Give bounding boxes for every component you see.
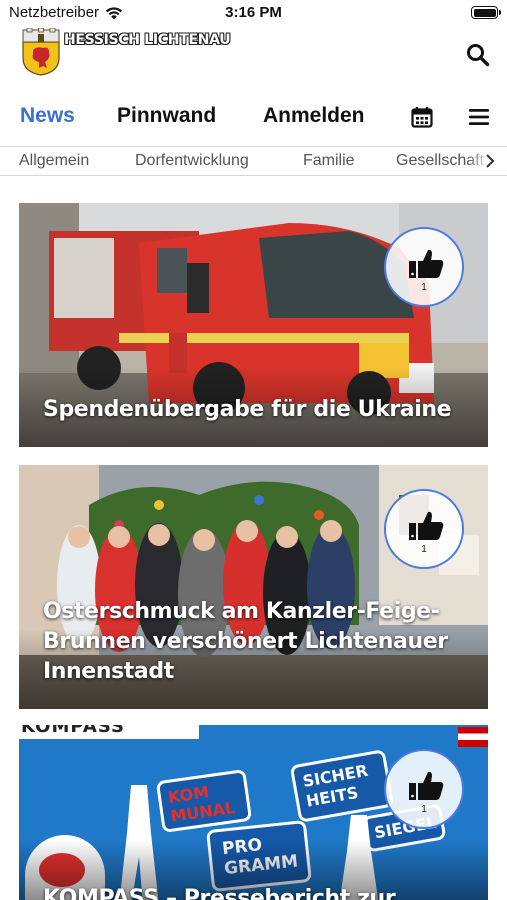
tab-news[interactable]: News [20, 104, 75, 128]
battery-icon [471, 6, 501, 19]
menu-icon[interactable] [468, 106, 490, 128]
category-bar: Allgemein Dorfentwicklung Familie Gesell… [0, 146, 507, 176]
like-count: 1 [421, 544, 427, 555]
app-header: HESSISCH LICHTENAU [0, 26, 507, 82]
card-title: Osterschmuck am Kanzler-Feige-Brunnen ve… [43, 599, 448, 684]
like-button[interactable]: 1 [384, 749, 464, 829]
like-count: 1 [421, 804, 427, 815]
news-card[interactable]: KOMPASS KOM MUNAL SICHER HEITS PRO GRAMM… [19, 725, 488, 900]
category-allgemein[interactable]: Allgemein [19, 152, 89, 170]
app-title: HESSISCH LICHTENAU [64, 32, 231, 48]
status-time: 3:16 PM [225, 4, 282, 21]
tab-pinnwand[interactable]: Pinnwand [117, 104, 216, 128]
chevron-right-icon[interactable] [483, 153, 497, 169]
kompass-banner-text: KOMPASS [21, 725, 125, 737]
status-bar: Netzbetreiber 3:16 PM [0, 0, 507, 26]
card-title: Spendenübergabe für die Ukraine [43, 397, 452, 422]
thumbs-up-icon [409, 249, 444, 278]
like-button[interactable]: 1 [384, 489, 464, 569]
card-title: KOMPASS – Pressebericht zur [43, 886, 396, 900]
main-nav: News Pinnwand Anmelden [0, 96, 507, 140]
calendar-icon[interactable] [411, 106, 433, 128]
category-dorfentwicklung[interactable]: Dorfentwicklung [135, 152, 249, 170]
flag-graphic [458, 727, 488, 747]
news-card[interactable]: Osterschmuck am Kanzler-Feige-Brunnen ve… [19, 465, 488, 709]
like-count: 1 [421, 282, 427, 293]
town-crest-logo[interactable] [19, 28, 63, 76]
tab-anmelden[interactable]: Anmelden [263, 104, 365, 128]
news-card[interactable]: Spendenübergabe für die Ukraine 1 [19, 203, 488, 447]
like-button[interactable]: 1 [384, 227, 464, 307]
search-icon[interactable] [465, 42, 491, 68]
thumbs-up-icon [409, 771, 444, 800]
thumbs-up-icon [409, 511, 444, 540]
category-familie[interactable]: Familie [303, 152, 355, 170]
